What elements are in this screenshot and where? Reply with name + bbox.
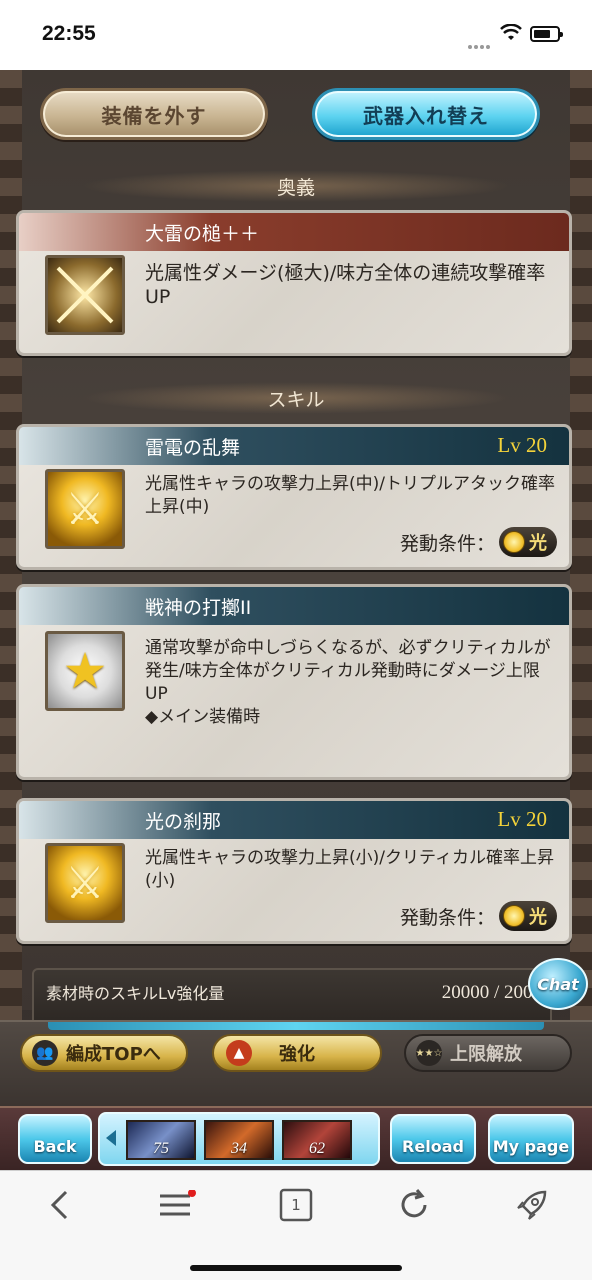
skill-description: 光属性キャラの攻撃力上昇(中)/トリプルアタック確率上昇(中) xyxy=(145,474,555,517)
home-indicator xyxy=(190,1265,402,1271)
skill-card: 光の刹那 Lv 20 ⚔ 光属性キャラの攻撃力上昇(小)/クリティカル確率上昇(… xyxy=(16,798,572,944)
tab-count: 1 xyxy=(291,1196,301,1214)
material-skill-bar: 素材時のスキルLv強化量 20000 / 2000 xyxy=(32,968,552,1028)
stars-icon: ★★☆ xyxy=(416,1040,442,1066)
rocket-icon[interactable] xyxy=(512,1185,552,1225)
skill-description-text: 通常攻撃が命中しづらくなるが、必ずクリティカルが発生/味方全体がクリティカル発動… xyxy=(145,638,551,704)
skill-card: 雷電の乱舞 Lv 20 ⚔ 光属性キャラの攻撃力上昇(中)/トリプルアタック確率… xyxy=(16,424,572,570)
skill-note: ◆メイン装備時 xyxy=(145,707,261,727)
upgrade-button[interactable]: ▲ 強化 xyxy=(212,1034,382,1072)
skill-description: 光属性キャラの攻撃力上昇(小)/クリティカル確率上昇(小) xyxy=(145,848,554,891)
ougi-section-title: 奥義 xyxy=(80,170,512,202)
condition-element: 光 xyxy=(529,907,547,928)
light-element-icon xyxy=(503,531,525,553)
skill-card: 戦神の打擲II ★ 通常攻撃が命中しづらくなるが、必ずクリティカルが発生/味方全… xyxy=(16,584,572,780)
limit-break-label: 上限解放 xyxy=(450,1044,522,1065)
skills-section-title: スキル xyxy=(80,382,512,414)
party-top-button[interactable]: 👥 編成TOPへ xyxy=(20,1034,188,1072)
wifi-icon xyxy=(500,24,522,40)
status-time: 22:55 xyxy=(42,22,96,45)
skill-name: 戦神の打擲II xyxy=(19,587,569,625)
arrow-up-icon: ▲ xyxy=(226,1040,252,1066)
light-element-icon xyxy=(503,905,525,927)
reload-button[interactable]: Reload xyxy=(390,1114,476,1164)
skill-level: Lv 20 xyxy=(497,807,547,831)
menu-icon[interactable] xyxy=(156,1185,196,1225)
skill-level: Lv 20 xyxy=(497,433,547,457)
weapon-detail-panel: 装備を外す 武器入れ替え 奥義 大雷の槌＋＋ 光属性ダメージ(極大)/味方全体の… xyxy=(16,70,572,1010)
back-button[interactable]: Back xyxy=(18,1114,92,1164)
unequip-button[interactable]: 装備を外す xyxy=(40,88,268,140)
party-member-thumb[interactable]: 62 xyxy=(282,1120,352,1160)
light-element-badge: 光 xyxy=(499,901,557,931)
light-sword-icon: ⚔ xyxy=(45,843,125,923)
mypage-button[interactable]: My page xyxy=(488,1114,574,1164)
light-sword-icon: ⚔ xyxy=(45,469,125,549)
party-member-thumb[interactable]: 75 xyxy=(126,1120,196,1160)
status-bar: 22:55 xyxy=(0,0,592,70)
skill-name: 雷電の乱舞 xyxy=(19,427,569,465)
chevron-left-icon[interactable] xyxy=(106,1130,116,1146)
ougi-card: 大雷の槌＋＋ 光属性ダメージ(極大)/味方全体の連続攻撃確率UP xyxy=(16,210,572,356)
skill-description: 通常攻撃が命中しづらくなるが、必ずクリティカルが発生/味方全体がクリティカル発動… xyxy=(145,637,555,729)
skill-condition: 発動条件： 光 xyxy=(400,901,557,931)
signal-icon xyxy=(468,34,492,53)
skill-condition: 発動条件： 光 xyxy=(400,527,557,557)
reload-icon[interactable] xyxy=(394,1185,434,1225)
limit-break-button[interactable]: ★★☆ 上限解放 xyxy=(404,1034,572,1072)
battery-icon xyxy=(530,26,563,42)
ougi-description: 光属性ダメージ(極大)/味方全体の連続攻撃確率UP xyxy=(145,262,546,308)
skill-name: 光の刹那 xyxy=(19,801,569,839)
party-top-label: 編成TOPへ xyxy=(66,1044,161,1065)
material-label: 素材時のスキルLv強化量 xyxy=(46,984,225,1003)
chat-button[interactable]: Chat xyxy=(528,958,588,1010)
condition-label: 発動条件： xyxy=(399,532,495,555)
condition-label: 発動条件： xyxy=(399,906,495,929)
back-arrow-icon[interactable] xyxy=(40,1185,80,1225)
crossed-swords-icon xyxy=(45,255,125,335)
frame-right xyxy=(570,70,592,1110)
upgrade-label: 強化 xyxy=(279,1044,315,1065)
material-value: 20000 / 2000 xyxy=(441,982,542,1003)
star-icon: ★ xyxy=(45,631,125,711)
tabs-button[interactable]: 1 xyxy=(276,1185,316,1225)
swap-weapon-button[interactable]: 武器入れ替え xyxy=(312,88,540,140)
party-strip[interactable]: 75 34 62 xyxy=(98,1112,380,1166)
game-view: 装備を外す 武器入れ替え 奥義 大雷の槌＋＋ 光属性ダメージ(極大)/味方全体の… xyxy=(0,70,592,1170)
party-icon: 👥 xyxy=(32,1040,58,1066)
party-member-thumb[interactable]: 34 xyxy=(204,1120,274,1160)
condition-element: 光 xyxy=(529,533,547,554)
browser-toolbar: 1 xyxy=(0,1170,592,1280)
game-nav-bar: Back 75 34 62 Reload My page xyxy=(0,1106,592,1170)
ougi-name: 大雷の槌＋＋ xyxy=(19,213,569,251)
light-element-badge: 光 xyxy=(499,527,557,557)
action-bar: 👥 編成TOPへ ▲ 強化 ★★☆ 上限解放 xyxy=(0,1020,592,1106)
